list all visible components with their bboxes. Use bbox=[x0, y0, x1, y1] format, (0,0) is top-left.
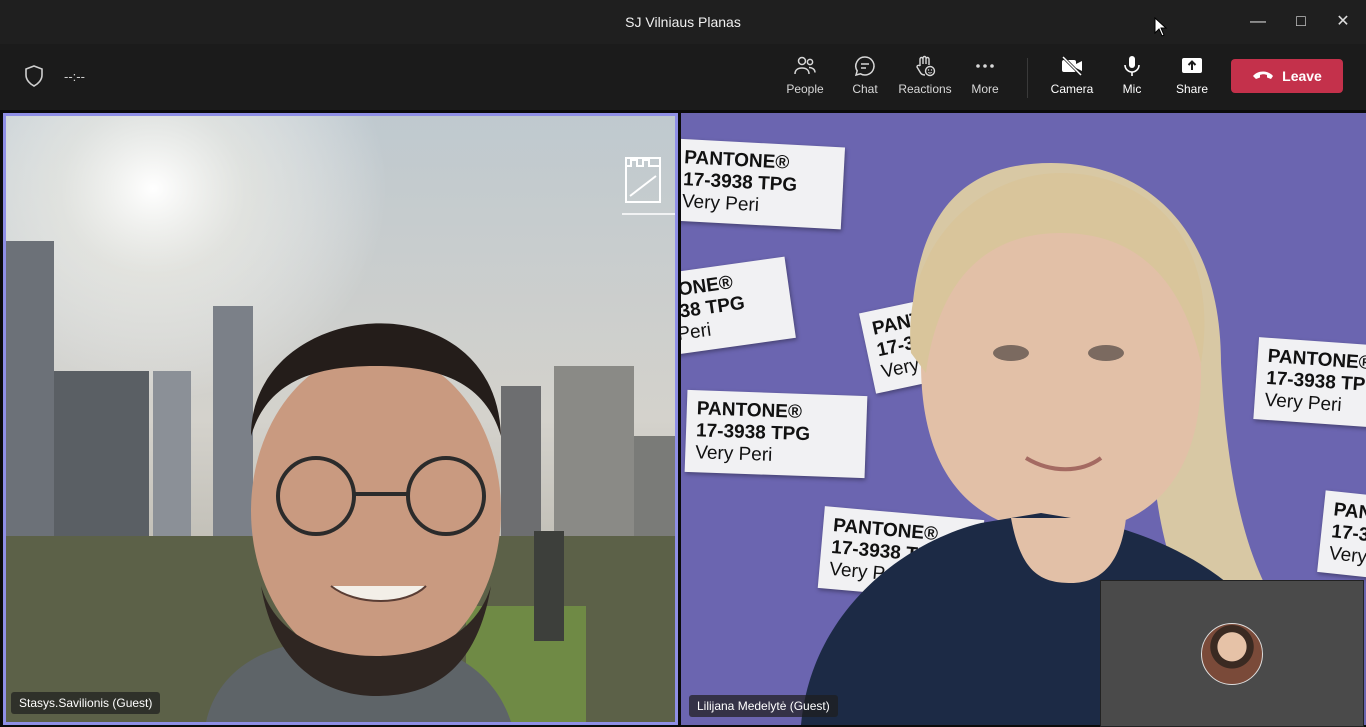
close-button[interactable]: ✕ bbox=[1328, 10, 1358, 34]
camera-label: Camera bbox=[1050, 82, 1094, 96]
share-icon bbox=[1162, 54, 1222, 78]
meeting-toolbar: --:-- People Chat Reactions More Camera bbox=[0, 44, 1366, 110]
minimize-button[interactable]: — bbox=[1243, 10, 1273, 34]
share-label: Share bbox=[1175, 82, 1209, 96]
participant-video-left bbox=[6, 116, 675, 722]
more-icon bbox=[955, 54, 1015, 78]
reactions-label: Reactions bbox=[898, 82, 952, 96]
camera-button[interactable]: Camera bbox=[1042, 54, 1102, 104]
chat-icon bbox=[835, 54, 895, 78]
more-label: More bbox=[971, 82, 999, 96]
maximize-button[interactable]: □ bbox=[1286, 10, 1316, 34]
people-button[interactable]: People bbox=[775, 54, 835, 104]
more-button[interactable]: More bbox=[955, 54, 1015, 104]
mic-icon bbox=[1102, 54, 1162, 78]
mic-label: Mic bbox=[1122, 82, 1142, 96]
leave-label: Leave bbox=[1282, 68, 1322, 84]
participant-name-left: Stasys.Savilionis (Guest) bbox=[11, 692, 161, 714]
meeting-timer: --:-- bbox=[64, 69, 85, 84]
people-label: People bbox=[786, 82, 824, 96]
camera-off-icon bbox=[1042, 54, 1102, 78]
self-view-thumbnail[interactable] bbox=[1100, 580, 1364, 727]
reactions-icon bbox=[895, 54, 955, 78]
toolbar-divider bbox=[1027, 58, 1028, 98]
people-icon bbox=[775, 54, 835, 78]
leave-button[interactable]: Leave bbox=[1231, 59, 1343, 93]
reactions-button[interactable]: Reactions bbox=[895, 54, 955, 104]
participant-name-right: Lilijana Medelytė (Guest) bbox=[689, 695, 838, 717]
participant-tile-left[interactable]: Stasys.Savilionis (Guest) bbox=[3, 113, 678, 725]
chat-label: Chat bbox=[852, 82, 878, 96]
mouse-cursor-icon bbox=[1154, 16, 1168, 42]
chat-button[interactable]: Chat bbox=[835, 54, 895, 104]
phone-hangup-icon bbox=[1252, 68, 1274, 85]
share-button[interactable]: Share bbox=[1162, 54, 1222, 104]
avatar bbox=[1201, 623, 1263, 685]
mic-button[interactable]: Mic bbox=[1102, 54, 1162, 104]
shield-icon[interactable] bbox=[22, 64, 46, 93]
